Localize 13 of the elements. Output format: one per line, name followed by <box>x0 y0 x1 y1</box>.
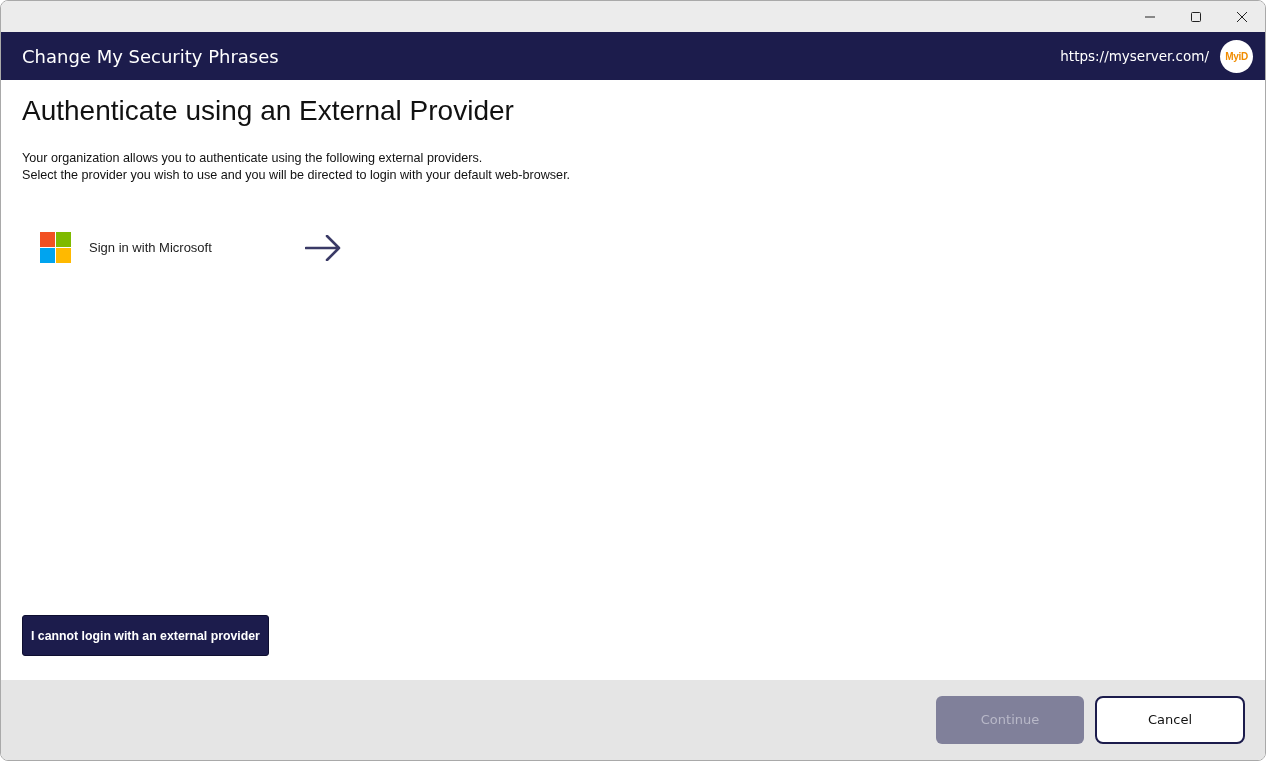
maximize-icon <box>1191 11 1201 22</box>
app-title: Change My Security Phrases <box>22 45 280 67</box>
provider-button[interactable]: Sign in with Microsoft <box>22 224 352 271</box>
page-heading: Authenticate using an External Provider <box>22 94 515 128</box>
arrow-right-icon <box>305 234 341 261</box>
description-text: Select the provider you wish to use and you will be directed to login with your default web-browser. <box>22 167 572 184</box>
cannot-login-button[interactable]: I cannot login with an external provider <box>22 615 269 656</box>
server-url: https://myserver.com/ <box>1060 48 1209 64</box>
description-text: Your organization allows you to authenticate using the following external providers. <box>22 150 484 167</box>
cancel-button[interactable]: Cancel <box>1095 695 1245 744</box>
four-squares-logo-icon <box>40 232 71 263</box>
logo-badge: MyiD <box>1220 39 1253 73</box>
close-icon <box>1237 11 1247 22</box>
